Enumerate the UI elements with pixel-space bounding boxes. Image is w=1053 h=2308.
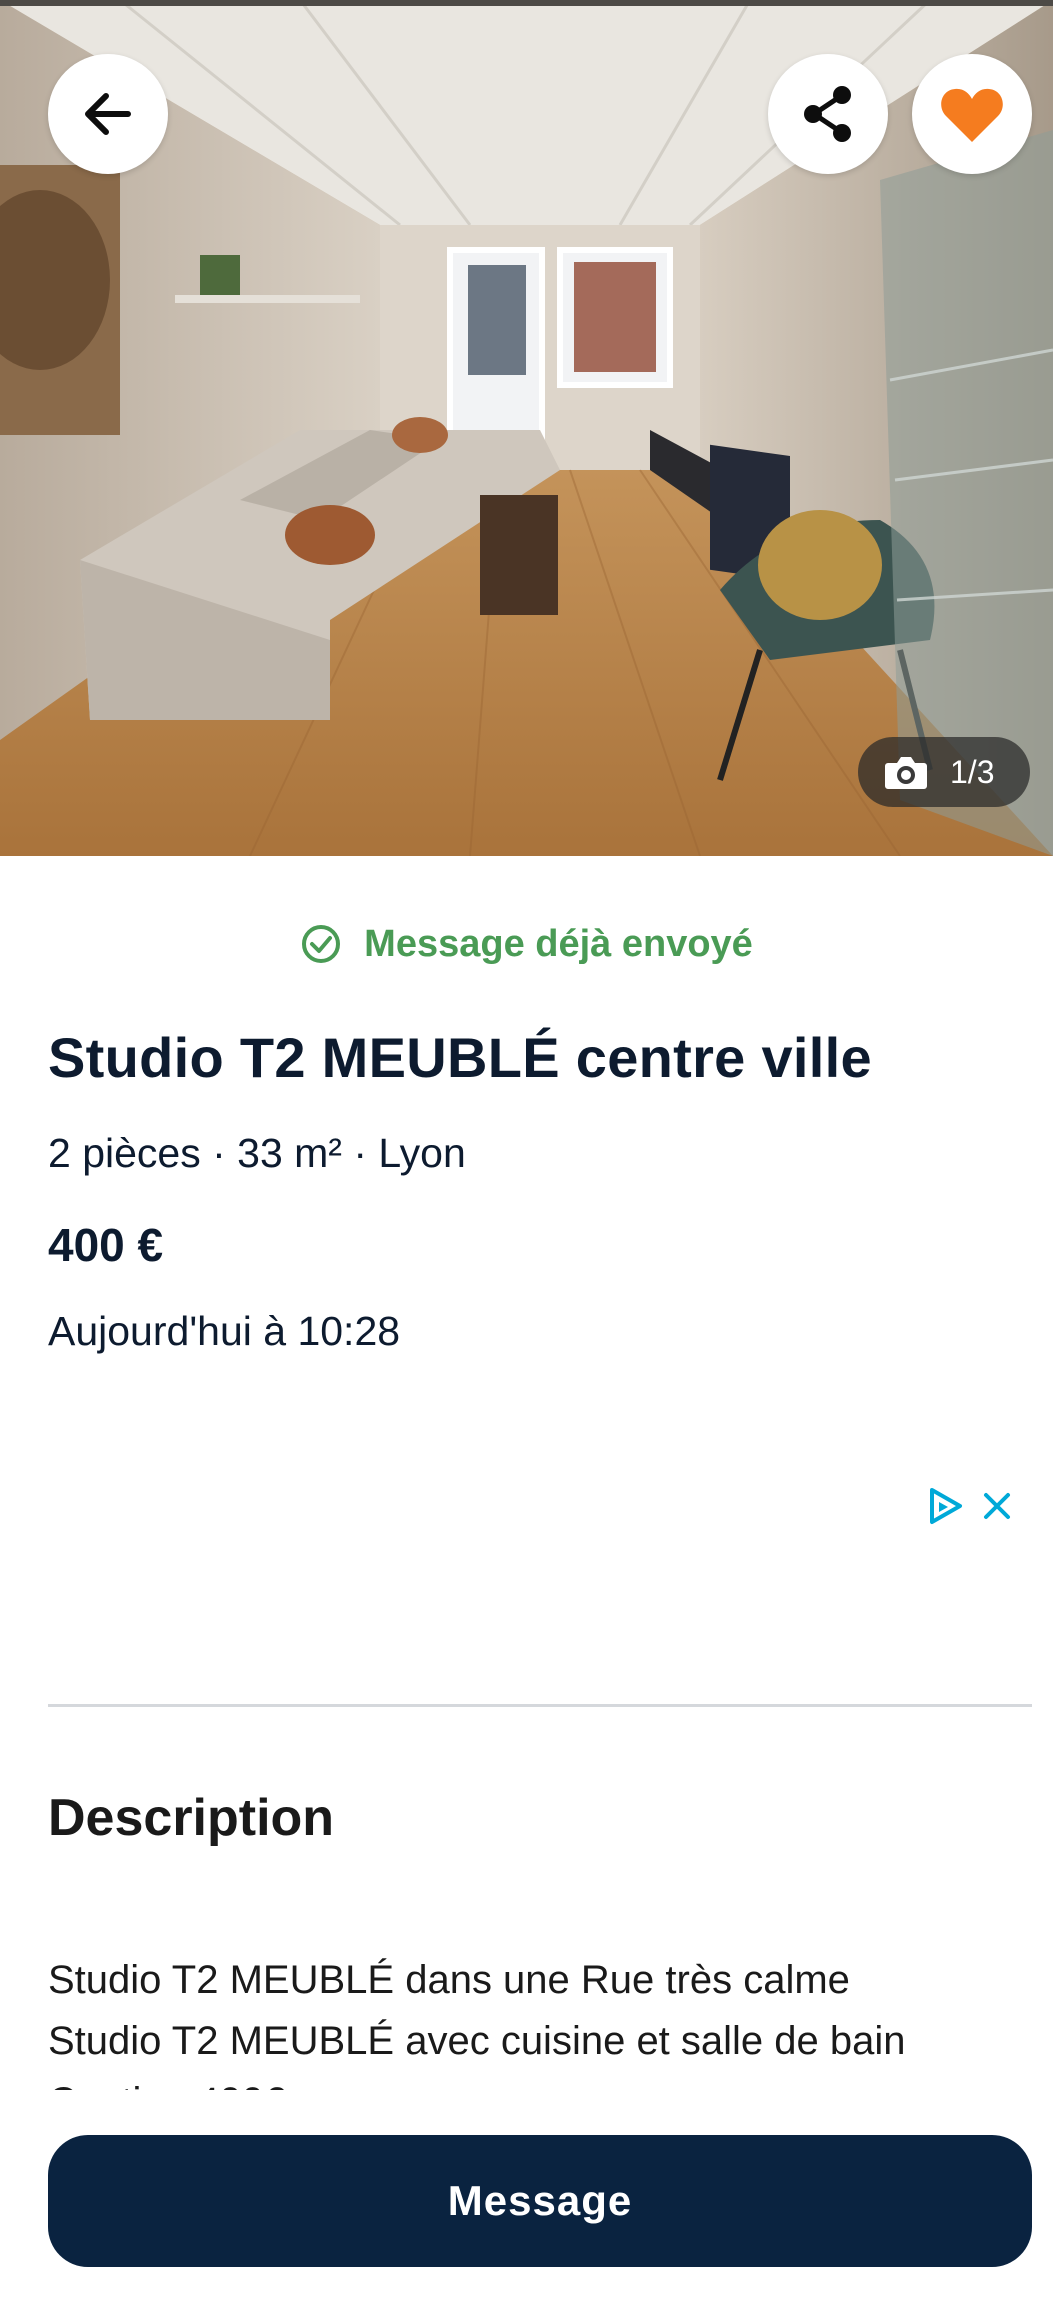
- photo-counter-text: 1/3: [950, 753, 995, 790]
- heart-icon: [941, 88, 1003, 142]
- description-line: Caution 400€: [48, 2072, 1028, 2090]
- listing-title: Studio T2 MEUBLÉ centre ville: [48, 1026, 872, 1089]
- share-button[interactable]: [768, 54, 888, 174]
- share-icon: [804, 86, 851, 142]
- ad-choices-icon[interactable]: [926, 1486, 966, 1526]
- description-line: Studio T2 MEUBLÉ dans une Rue très calme: [48, 1958, 850, 2002]
- message-button[interactable]: Message: [48, 2135, 1032, 2267]
- close-ad-icon[interactable]: [980, 1489, 1014, 1523]
- ad-choices[interactable]: [926, 1486, 1014, 1526]
- description-line: Studio T2 MEUBLÉ avec cuisine et salle d…: [48, 2019, 906, 2063]
- camera-icon: [885, 757, 927, 789]
- section-divider: [48, 1704, 1032, 1707]
- favorite-button[interactable]: [912, 54, 1032, 174]
- photo-counter: 1/3: [858, 737, 1030, 807]
- message-sent-label: Message déjà envoyé: [364, 922, 753, 965]
- listing-price: 400 €: [48, 1219, 164, 1271]
- listing-details: 2 pièces · 33 m² · Lyon: [48, 1130, 466, 1176]
- back-button[interactable]: [48, 54, 168, 174]
- description-heading: Description: [48, 1789, 335, 1847]
- check-circle-icon: [302, 925, 341, 963]
- arrow-left-icon: [85, 93, 131, 135]
- description-text: Studio T2 MEUBLÉ dans une Rue très calme…: [48, 1950, 1028, 2090]
- listing-date: Aujourd'hui à 10:28: [48, 1308, 401, 1354]
- message-sent-status: Message déjà envoyé: [0, 916, 1053, 972]
